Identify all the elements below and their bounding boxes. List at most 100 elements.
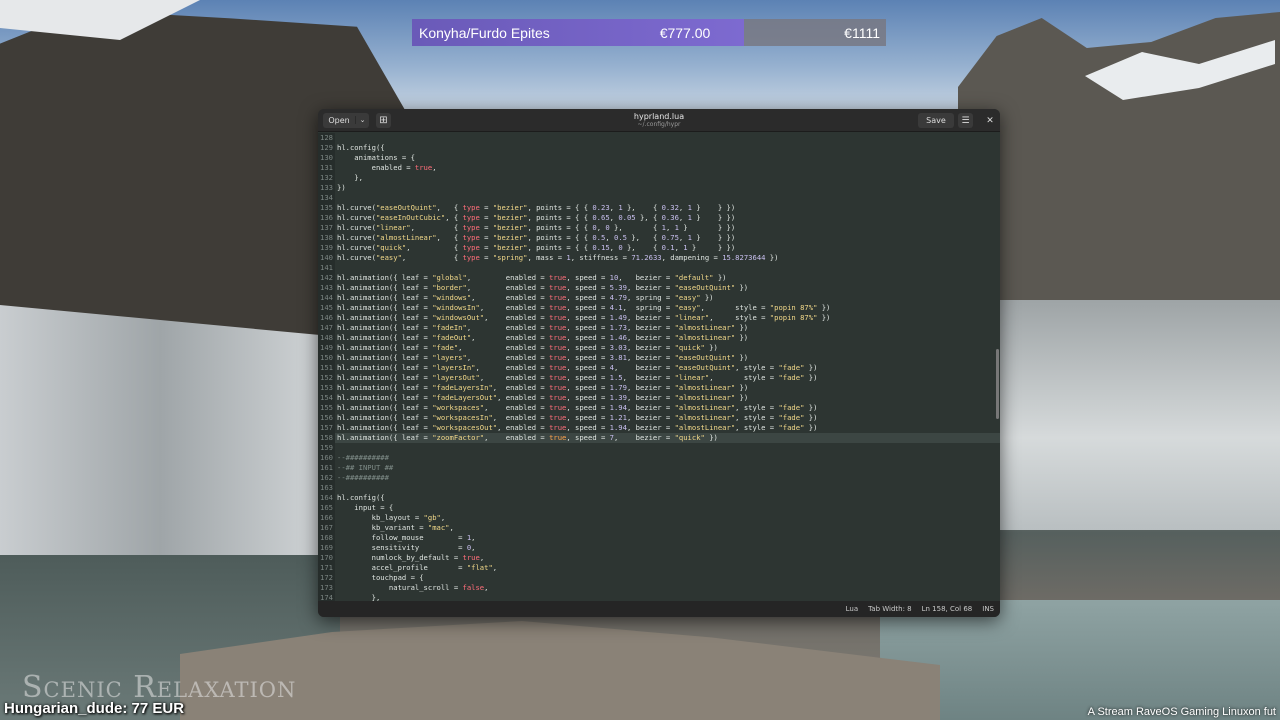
- code-line[interactable]: 167 kb_variant = "mac",: [318, 523, 1000, 533]
- code-line[interactable]: 153 hl.animation({ leaf = "fadeLayersIn",…: [318, 383, 1000, 393]
- close-icon[interactable]: ✕: [983, 113, 997, 128]
- code-text[interactable]: hl.curve("easeOutQuint", { type = "bezie…: [335, 203, 735, 213]
- code-line[interactable]: 145 hl.animation({ leaf = "windowsIn", en…: [318, 303, 1000, 313]
- code-editor-area[interactable]: 128 129 hl.config({130 animations = {131 e…: [318, 133, 1000, 601]
- code-text[interactable]: hl.animation({ leaf = "fadeIn", enabled …: [335, 323, 748, 333]
- code-line[interactable]: 173 natural_scroll = false,: [318, 583, 1000, 593]
- code-text[interactable]: touchpad = {: [335, 573, 424, 583]
- code-line[interactable]: 162 --##########: [318, 473, 1000, 483]
- code-text[interactable]: hl.animation({ leaf = "workspacesIn", en…: [335, 413, 817, 423]
- code-text[interactable]: natural_scroll = false,: [335, 583, 489, 593]
- code-line[interactable]: 134: [318, 193, 1000, 203]
- code-text[interactable]: hl.config({: [335, 493, 385, 503]
- code-text[interactable]: hl.animation({ leaf = "workspacesOut", e…: [335, 423, 817, 433]
- code-text[interactable]: hl.animation({ leaf = "windowsIn", enabl…: [335, 303, 830, 313]
- chevron-down-icon[interactable]: ⌄: [355, 116, 369, 124]
- code-text[interactable]: kb_variant = "mac",: [335, 523, 454, 533]
- code-text[interactable]: },: [335, 173, 363, 183]
- code-line[interactable]: 152 hl.animation({ leaf = "layersOut", en…: [318, 373, 1000, 383]
- code-line[interactable]: 148 hl.animation({ leaf = "fadeOut", enab…: [318, 333, 1000, 343]
- code-line[interactable]: 135 hl.curve("easeOutQuint", { type = "be…: [318, 203, 1000, 213]
- code-line[interactable]: 130 animations = {: [318, 153, 1000, 163]
- code-line[interactable]: 159: [318, 443, 1000, 453]
- tab-width-selector[interactable]: Tab Width: 8: [868, 605, 911, 613]
- code-line[interactable]: 141: [318, 263, 1000, 273]
- code-line[interactable]: 154 hl.animation({ leaf = "fadeLayersOut"…: [318, 393, 1000, 403]
- code-text[interactable]: hl.animation({ leaf = "workspaces", enab…: [335, 403, 817, 413]
- code-line[interactable]: 174 },: [318, 593, 1000, 601]
- code-line[interactable]: 170 numlock_by_default = true,: [318, 553, 1000, 563]
- code-line[interactable]: 138 hl.curve("almostLinear", { type = "be…: [318, 233, 1000, 243]
- code-text[interactable]: hl.animation({ leaf = "border", enabled …: [335, 283, 748, 293]
- language-selector[interactable]: Lua: [846, 605, 859, 613]
- code-text[interactable]: hl.animation({ leaf = "layersIn", enable…: [335, 363, 817, 373]
- code-text[interactable]: hl.animation({ leaf = "global", enabled …: [335, 273, 727, 283]
- code-line[interactable]: 160 --##########: [318, 453, 1000, 463]
- open-button[interactable]: Open ⌄: [323, 112, 369, 128]
- code-text[interactable]: hl.curve("easy", { type = "spring", mass…: [335, 253, 778, 263]
- code-text[interactable]: hl.curve("linear", { type = "bezier", po…: [335, 223, 735, 233]
- code-line[interactable]: 133}): [318, 183, 1000, 193]
- code-line[interactable]: 128: [318, 133, 1000, 143]
- code-text[interactable]: [335, 483, 337, 493]
- code-line[interactable]: 168 follow_mouse = 1,: [318, 533, 1000, 543]
- code-line[interactable]: 151 hl.animation({ leaf = "layersIn", ena…: [318, 363, 1000, 373]
- code-line[interactable]: 143 hl.animation({ leaf = "border", enabl…: [318, 283, 1000, 293]
- code-line[interactable]: 147 hl.animation({ leaf = "fadeIn", enabl…: [318, 323, 1000, 333]
- code-text[interactable]: numlock_by_default = true,: [335, 553, 485, 563]
- code-text[interactable]: accel_profile = "flat",: [335, 563, 498, 573]
- code-line[interactable]: 132 },: [318, 173, 1000, 183]
- vertical-scrollbar[interactable]: [996, 349, 999, 419]
- code-text[interactable]: hl.curve("quick", { type = "bezier", poi…: [335, 243, 735, 253]
- code-line[interactable]: 163: [318, 483, 1000, 493]
- code-text[interactable]: input = {: [335, 503, 393, 513]
- code-line[interactable]: 142 hl.animation({ leaf = "global", enabl…: [318, 273, 1000, 283]
- code-line[interactable]: 155 hl.animation({ leaf = "workspaces", e…: [318, 403, 1000, 413]
- code-line[interactable]: 158 hl.animation({ leaf = "zoomFactor", e…: [318, 433, 1000, 443]
- code-line[interactable]: 171 accel_profile = "flat",: [318, 563, 1000, 573]
- code-line[interactable]: 157 hl.animation({ leaf = "workspacesOut"…: [318, 423, 1000, 433]
- code-text[interactable]: animations = {: [335, 153, 415, 163]
- code-line[interactable]: 149 hl.animation({ leaf = "fade", enabled…: [318, 343, 1000, 353]
- code-text[interactable]: sensitivity = 0,: [335, 543, 476, 553]
- code-line[interactable]: 131 enabled = true,: [318, 163, 1000, 173]
- code-text[interactable]: hl.animation({ leaf = "layersOut", enabl…: [335, 373, 817, 383]
- code-text[interactable]: hl.config({: [335, 143, 385, 153]
- code-text[interactable]: hl.animation({ leaf = "fade", enabled = …: [335, 343, 718, 353]
- code-text[interactable]: --##########: [335, 473, 389, 483]
- code-text[interactable]: hl.curve("almostLinear", { type = "bezie…: [335, 233, 735, 243]
- code-line[interactable]: 129 hl.config({: [318, 143, 1000, 153]
- code-line[interactable]: 164 hl.config({: [318, 493, 1000, 503]
- code-text[interactable]: hl.animation({ leaf = "fadeOut", enabled…: [335, 333, 748, 343]
- code-text[interactable]: },: [335, 593, 381, 601]
- code-line[interactable]: 169 sensitivity = 0,: [318, 543, 1000, 553]
- code-line[interactable]: 172 touchpad = {: [318, 573, 1000, 583]
- code-text[interactable]: kb_layout = "gb",: [335, 513, 446, 523]
- save-button[interactable]: Save: [918, 113, 954, 128]
- code-text[interactable]: hl.animation({ leaf = "layers", enabled …: [335, 353, 748, 363]
- code-text[interactable]: }): [335, 183, 346, 193]
- new-tab-icon[interactable]: ⊞: [376, 112, 391, 128]
- hamburger-menu-icon[interactable]: ☰: [958, 113, 973, 128]
- code-text[interactable]: --## INPUT ##: [335, 463, 393, 473]
- code-line[interactable]: 146 hl.animation({ leaf = "windowsOut", e…: [318, 313, 1000, 323]
- code-text[interactable]: [335, 133, 337, 143]
- code-line[interactable]: 166 kb_layout = "gb",: [318, 513, 1000, 523]
- code-text[interactable]: [335, 263, 337, 273]
- code-line[interactable]: 161 --## INPUT ##: [318, 463, 1000, 473]
- code-text[interactable]: hl.animation({ leaf = "zoomFactor", enab…: [335, 433, 718, 443]
- code-text[interactable]: hl.animation({ leaf = "windowsOut", enab…: [335, 313, 830, 323]
- code-text[interactable]: hl.animation({ leaf = "windows", enabled…: [335, 293, 714, 303]
- code-text[interactable]: --##########: [335, 453, 389, 463]
- code-text[interactable]: hl.animation({ leaf = "fadeLayersOut", e…: [335, 393, 748, 403]
- code-text[interactable]: hl.curve("easeInOutCubic", { type = "bez…: [335, 213, 735, 223]
- code-text[interactable]: hl.animation({ leaf = "fadeLayersIn", en…: [335, 383, 748, 393]
- code-line[interactable]: 165 input = {: [318, 503, 1000, 513]
- code-line[interactable]: 137 hl.curve("linear", { type = "bezier",…: [318, 223, 1000, 233]
- code-text[interactable]: [335, 443, 337, 453]
- code-line[interactable]: 139 hl.curve("quick", { type = "bezier", …: [318, 243, 1000, 253]
- code-line[interactable]: 150 hl.animation({ leaf = "layers", enabl…: [318, 353, 1000, 363]
- code-line[interactable]: 144 hl.animation({ leaf = "windows", enab…: [318, 293, 1000, 303]
- code-line[interactable]: 136 hl.curve("easeInOutCubic", { type = "…: [318, 213, 1000, 223]
- code-text[interactable]: follow_mouse = 1,: [335, 533, 476, 543]
